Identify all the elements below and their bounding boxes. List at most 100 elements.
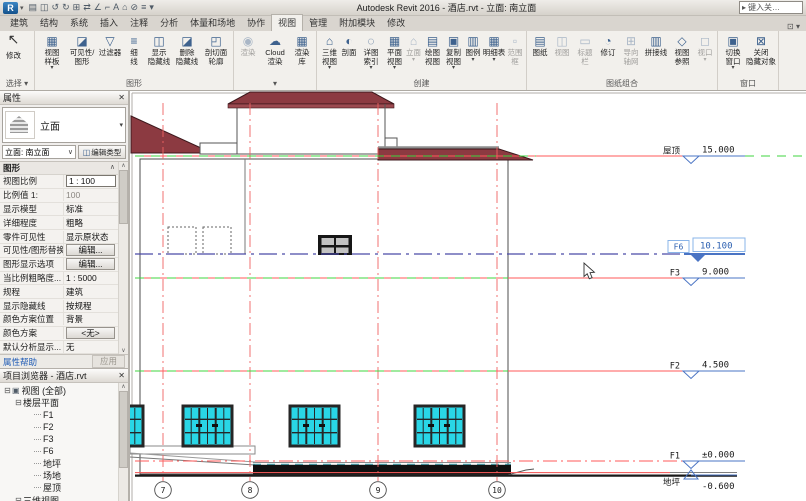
tree-item-F1[interactable]: F1 — [0, 409, 128, 421]
ribbon-button-渲染库[interactable]: ▦ 渲染库 — [290, 33, 314, 67]
property-value[interactable]: 按规程 — [64, 300, 118, 312]
ribbon-button-绘图视图[interactable]: ▤ 绘图 视图 — [422, 33, 443, 67]
property-value[interactable]: 无 — [64, 341, 118, 353]
door-opening-dashed[interactable] — [167, 226, 197, 255]
collapse-icon[interactable]: ⊟ — [3, 386, 12, 395]
ribbon-button-视口[interactable]: ◻ 视口 ▾ — [695, 33, 715, 64]
flat-roof[interactable] — [377, 148, 534, 161]
browser-close-icon[interactable]: ✕ — [118, 371, 125, 380]
ribbon-button-详图索引[interactable]: ◌ 详图 索引 ▾ — [358, 33, 384, 72]
scroll-thumb[interactable] — [119, 170, 128, 224]
tree-item-场地[interactable]: 场地 — [0, 470, 128, 482]
scroll-up-icon[interactable]: ∧ — [121, 162, 125, 169]
curtain-window[interactable] — [181, 404, 234, 448]
ribbon-button-范围框[interactable]: ▫ 范围框 — [506, 33, 524, 67]
ribbon-button-图例[interactable]: ▥ 图例 ▾ — [464, 33, 482, 64]
panel-label[interactable]: 图纸组合 — [527, 78, 717, 90]
property-value[interactable]: 1 : 100 — [64, 175, 118, 188]
app-menu-button[interactable]: R — [3, 1, 18, 14]
ribbon-minimize-icon[interactable]: ⊡ ▾ — [781, 22, 806, 31]
undo-icon[interactable]: ↺ — [52, 1, 60, 14]
ribbon-button-删除隐藏线[interactable]: ◪ 删除 隐藏线 — [173, 33, 201, 67]
scroll-down-icon[interactable]: ∨ — [121, 347, 125, 354]
ribbon-button-复制视图[interactable]: ▣ 复制 视图 ▾ — [443, 33, 464, 72]
ribbon-button-明细表[interactable]: ▦ 明细表 ▾ — [482, 33, 506, 64]
redo-icon[interactable]: ↻ — [62, 1, 70, 14]
modify-button[interactable]: ↖ 修改 — [2, 33, 25, 61]
property-value[interactable]: 粗略 — [64, 217, 118, 229]
curtain-window[interactable] — [413, 404, 466, 448]
ribbon-button-过滤器[interactable]: ▽ 过滤器 — [97, 33, 123, 59]
save-icon[interactable]: ◫ — [40, 1, 49, 14]
panel-label[interactable]: 创建 — [317, 78, 526, 90]
tab-分析[interactable]: 分析 — [154, 15, 184, 31]
ribbon-button-细线[interactable]: ≡ 细线 — [123, 33, 145, 67]
property-value[interactable]: 显示原状态 — [64, 231, 118, 243]
ribbon-button-渲染[interactable]: ◉ 渲染 — [236, 33, 260, 59]
customize-icon[interactable]: ▾ — [149, 1, 154, 14]
tab-注释[interactable]: 注释 — [124, 15, 154, 31]
print-icon[interactable]: ⊞ — [73, 1, 81, 14]
scroll-thumb[interactable] — [119, 391, 128, 469]
tab-附加模块[interactable]: 附加模块 — [333, 15, 381, 31]
view-name-dropdown[interactable]: 立面: 南立面 ∨ — [2, 145, 76, 159]
edit-type-button[interactable]: ◫ 编辑类型 — [78, 145, 126, 159]
ribbon-button-三维视图[interactable]: ⌂ 三维 视图 ▾ — [319, 33, 340, 72]
tree-item-F2[interactable]: F2 — [0, 421, 128, 433]
ribbon-button-导向轴网[interactable]: ⊞ 导向 轴网 — [619, 33, 643, 67]
properties-help-link[interactable]: 属性帮助 — [3, 356, 37, 368]
tab-修改[interactable]: 修改 — [381, 15, 411, 31]
measure-icon[interactable]: ∠ — [94, 1, 102, 14]
property-value[interactable]: <无> — [64, 327, 118, 340]
balcony-door[interactable] — [318, 235, 352, 255]
property-value[interactable]: 编辑... — [64, 244, 118, 257]
ribbon-button-视图参照[interactable]: ◇ 视图 参照 — [669, 33, 695, 67]
ribbon-button-图纸[interactable]: ▤ 图纸 — [529, 33, 551, 59]
property-value[interactable]: 建筑 — [64, 286, 118, 298]
apply-button[interactable]: 应用 — [91, 355, 125, 369]
property-value[interactable]: 编辑... — [64, 258, 118, 271]
panel-label-select[interactable]: 选择 ▾ — [0, 78, 34, 90]
section-collapse-icon[interactable]: ∧ — [110, 162, 115, 174]
text-icon[interactable]: A — [113, 1, 119, 14]
ribbon-button-剖切面轮廓[interactable]: ◰ 剖切面 轮廓 — [201, 33, 231, 67]
collapse-icon[interactable]: ⊟ — [14, 398, 23, 407]
tree-item-视图 (全部)[interactable]: ⊟ ▣ 视图 (全部) — [0, 384, 128, 396]
tab-视图[interactable]: 视图 — [271, 14, 304, 31]
tab-插入[interactable]: 插入 — [94, 15, 124, 31]
tree-item-F6[interactable]: F6 — [0, 445, 128, 457]
type-selector[interactable]: 立面 ▾ — [2, 107, 126, 143]
ribbon-button-拼接线[interactable]: ▥ 拼接线 — [643, 33, 669, 59]
property-value[interactable]: 背景 — [64, 313, 118, 325]
thin-lines-icon[interactable]: ≡ — [141, 1, 146, 14]
dimension-icon[interactable]: ⌐ — [105, 1, 110, 14]
property-value[interactable]: 100 — [64, 190, 118, 200]
tab-管理[interactable]: 管理 — [303, 15, 333, 31]
scroll-up-icon[interactable]: ∧ — [121, 383, 125, 390]
infocenter-search[interactable]: ▸ 键入关… — [739, 1, 803, 14]
tree-item-F3[interactable]: F3 — [0, 433, 128, 445]
ribbon-button-切换窗口[interactable]: ▣ 切换 窗口 ▾ — [720, 33, 746, 72]
transfer-icon[interactable]: ⇄ — [83, 1, 91, 14]
section-graphics[interactable]: 图形 — [3, 162, 20, 174]
ribbon-button-Cloud渲染[interactable]: ☁ Cloud 渲染 — [260, 33, 290, 67]
ribbon-button-标题栏[interactable]: ▭ 标题栏 — [573, 33, 597, 67]
ribbon-button-视图样板[interactable]: ▦ 视图 样板 ▾ — [37, 33, 67, 72]
tab-结构[interactable]: 结构 — [34, 15, 64, 31]
tree-item-地坪[interactable]: 地坪 — [0, 457, 128, 469]
tab-系统[interactable]: 系统 — [64, 15, 94, 31]
ribbon-button-修订[interactable]: ◔ 修订 — [597, 33, 619, 59]
ribbon-button-立面[interactable]: ⌂ 立面 ▾ — [405, 33, 422, 64]
ribbon-button-关闭隐藏对象[interactable]: ⊠ 关闭 隐藏对象 — [746, 33, 776, 67]
ribbon-button-可见性/图形[interactable]: ◪ 可见性/图形 — [67, 33, 97, 67]
tab-建筑[interactable]: 建筑 — [4, 15, 34, 31]
tree-item-屋顶[interactable]: 屋顶 — [0, 482, 128, 494]
tab-协作[interactable]: 协作 — [241, 15, 271, 31]
tree-item-楼层平面[interactable]: ⊟ 楼层平面 — [0, 397, 128, 409]
panel-label[interactable]: ▾ — [234, 78, 316, 90]
properties-close-icon[interactable]: ✕ — [118, 93, 125, 102]
curtain-window[interactable] — [130, 404, 145, 448]
properties-scrollbar[interactable]: ∧ ∨ — [118, 162, 128, 355]
door-opening-dashed[interactable] — [202, 226, 232, 255]
ribbon-button-平面视图[interactable]: ▦ 平面 视图 ▾ — [384, 33, 405, 72]
